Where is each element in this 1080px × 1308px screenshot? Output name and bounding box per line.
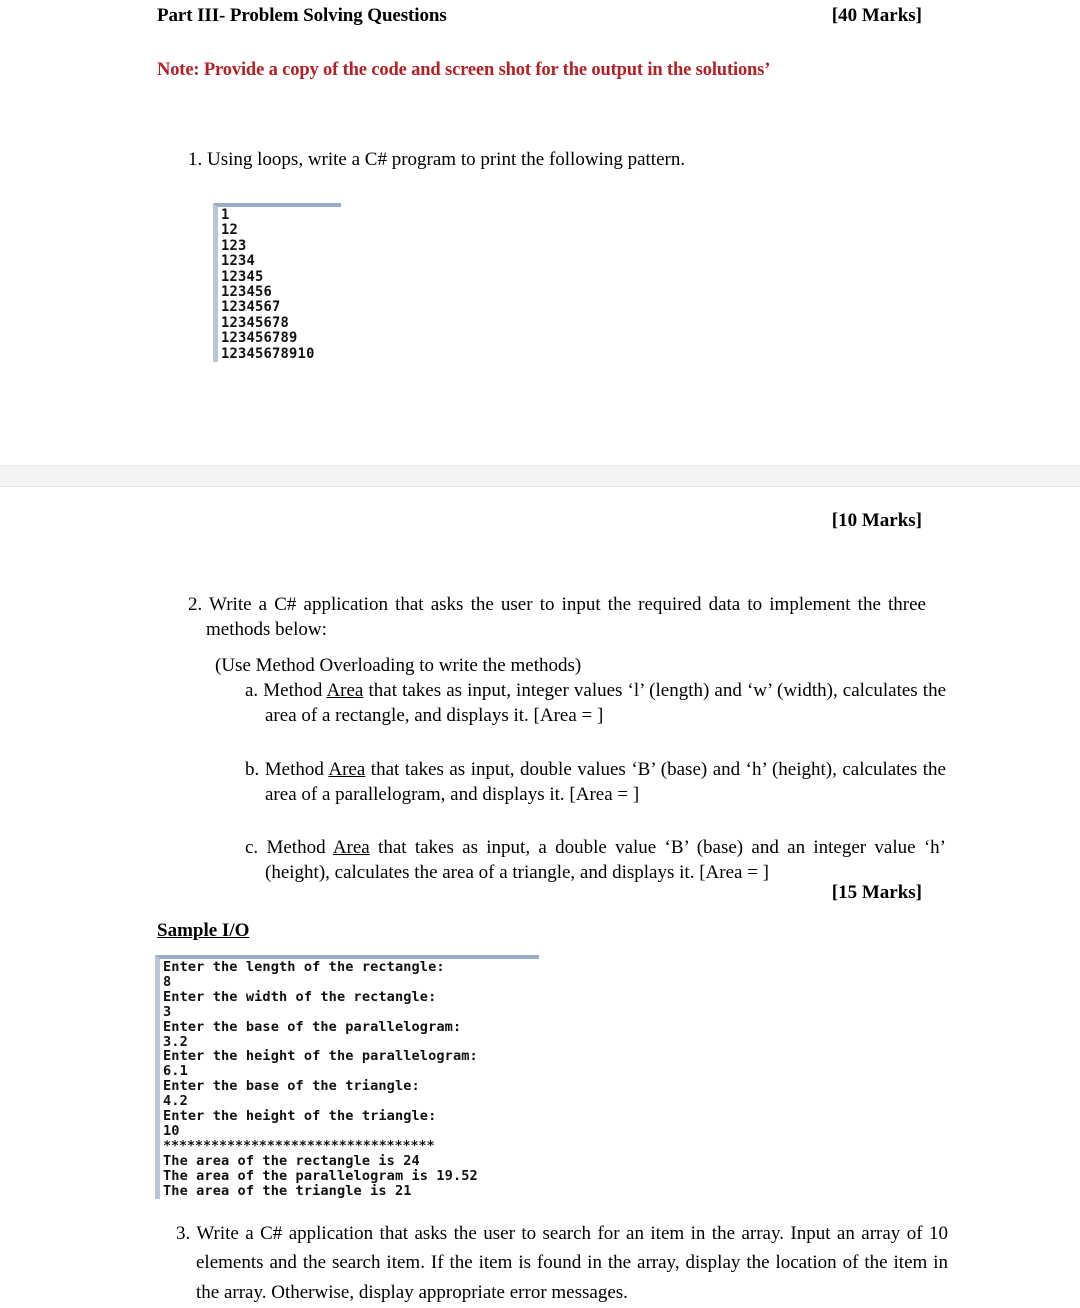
- console-line: 123456789: [221, 330, 298, 347]
- page-title: Part III- Problem Solving Questions: [157, 5, 447, 26]
- console-line: 10: [163, 1122, 180, 1139]
- console-output-sample-io: Enter the length of the rectangle: 8 Ent…: [155, 955, 539, 1199]
- page-separator: [0, 465, 1080, 487]
- console-line: The area of the triangle is 21: [163, 1182, 412, 1199]
- sub-item-b-prefix: b. Method: [245, 759, 329, 780]
- console-output-pattern: 1 12 123 1234 12345 123456 1234567 12345…: [213, 203, 341, 363]
- sub-item-a: a. Method Area that takes as input, inte…: [245, 678, 946, 729]
- console-line: 12345678910: [221, 345, 315, 362]
- page-header: Part III- Problem Solving Questions [40 …: [157, 5, 922, 27]
- console-line: 8: [163, 973, 172, 990]
- console-line: Enter the base of the triangle:: [163, 1078, 420, 1095]
- console-line: 3.2: [163, 1033, 188, 1050]
- header-marks-badge: [40 Marks]: [831, 5, 922, 26]
- console-line: 4.2: [163, 1093, 188, 1110]
- sub-item-c-underlined: Area: [332, 837, 370, 858]
- sub-item-a-underlined: Area: [326, 680, 364, 701]
- console-line: Enter the height of the parallelogram:: [163, 1048, 478, 1065]
- console-line: Enter the length of the rectangle:: [163, 959, 445, 975]
- console-line: 12345678: [221, 314, 290, 331]
- console-line: The area of the parallelogram is 19.52: [163, 1167, 478, 1184]
- console-line: 12345: [221, 268, 264, 285]
- sub-item-b-rest: that takes as input, double values ‘B’ (…: [265, 759, 946, 806]
- console-separator-line: **********************************: [163, 1137, 435, 1154]
- sub-item-b: b. Method Area that takes as input, doub…: [245, 757, 946, 808]
- console-line: Enter the width of the rectangle:: [163, 988, 437, 1005]
- sub-item-b-underlined: Area: [328, 759, 366, 780]
- sub-item-c: c. Method Area that takes as input, a do…: [245, 835, 946, 886]
- console-line: 123456: [221, 284, 273, 301]
- console-line: 1234567: [221, 299, 281, 316]
- document-page: Part III- Problem Solving Questions [40 …: [0, 0, 1080, 1308]
- sub-item-a-prefix: a. Method: [245, 680, 327, 701]
- question-1-marks: [10 Marks]: [831, 510, 922, 531]
- sample-io-heading: Sample I/O: [157, 920, 250, 941]
- console-line: 6.1: [163, 1063, 188, 1080]
- console-line: The area of the rectangle is 24: [163, 1152, 420, 1169]
- method-overloading-note: (Use Method Overloading to write the met…: [215, 655, 582, 676]
- console-line: Enter the height of the triangle:: [163, 1108, 437, 1125]
- instructor-note: Note: Provide a copy of the code and scr…: [157, 60, 771, 80]
- console-line: 12: [221, 222, 239, 239]
- question-3-text: 3. Write a C# application that asks the …: [176, 1223, 948, 1303]
- console-line: Enter the base of the parallelogram:: [163, 1018, 462, 1035]
- sub-item-c-prefix: c. Method: [245, 837, 333, 858]
- question-2-text: 2. Write a C# application that asks the …: [188, 592, 926, 642]
- console-line: 3: [163, 1003, 172, 1020]
- console-line: 123: [221, 237, 247, 254]
- sub-item-a-rest: that takes as input, integer values ‘l’ …: [265, 680, 947, 727]
- question-1-text: 1. Using loops, write a C# program to pr…: [188, 149, 686, 170]
- console-line: 1: [221, 207, 230, 223]
- console-line: 1234: [221, 253, 256, 270]
- question-2-marks: [15 Marks]: [831, 882, 922, 903]
- question-2-label: 2. Write a C# application that asks the …: [188, 594, 926, 641]
